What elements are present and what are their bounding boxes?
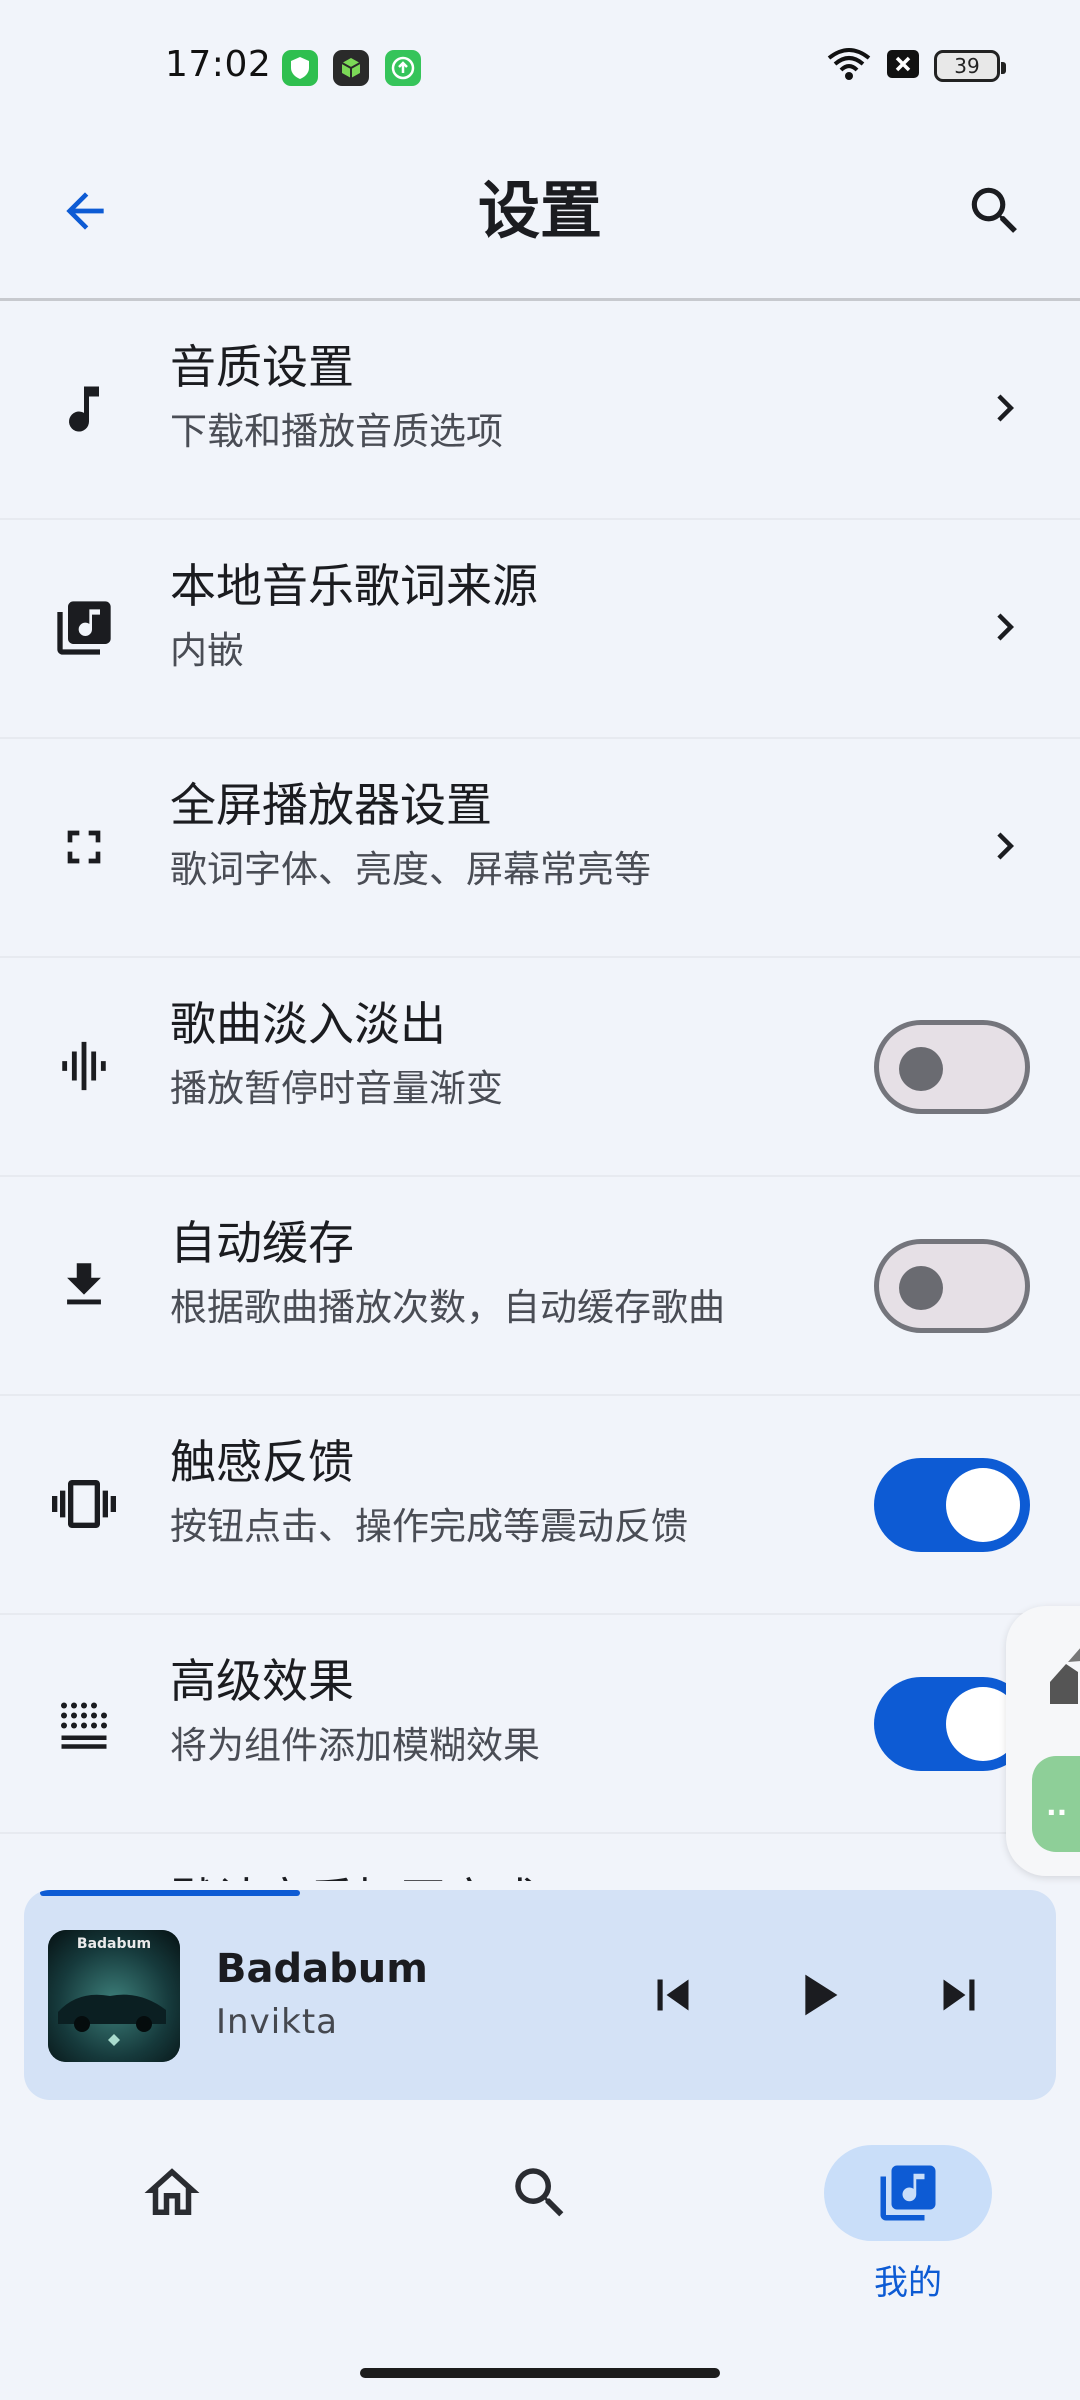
wifi-icon: [826, 46, 872, 86]
track-title: Badabum: [216, 1946, 428, 1992]
chevron-right-icon: [970, 592, 1040, 662]
home-indicator[interactable]: [360, 2368, 720, 2378]
home-icon: [144, 2168, 200, 2215]
album-art[interactable]: Badabum: [48, 1930, 180, 2062]
chevron-right-icon: [970, 373, 1040, 443]
upload-app-icon: [385, 50, 421, 86]
setting-subtitle: 将为组件添加模糊效果: [170, 1724, 540, 1767]
shield-app-icon: [282, 50, 318, 86]
setting-fullscreen-player[interactable]: 全屏播放器设置 歌词字体、亮度、屏幕常亮等: [0, 739, 1080, 958]
chevron-right-icon: [970, 811, 1040, 881]
skip-previous-icon: [657, 1979, 689, 2011]
setting-lyrics-source[interactable]: 本地音乐歌词来源 内嵌: [0, 520, 1080, 739]
switch-knob: [899, 1047, 943, 1091]
battery-icon: 39: [934, 50, 1006, 82]
playback-progress[interactable]: [40, 1890, 1040, 1898]
sim-blocked-icon: [886, 49, 920, 83]
setting-default-open[interactable]: 默认音乐打开方式: [0, 1834, 1080, 1881]
nav-pill: [88, 2145, 256, 2241]
setting-title: 触感反馈: [170, 1435, 354, 1489]
status-time: 17:02: [165, 44, 272, 85]
page-title: 设置: [477, 174, 602, 247]
search-icon: [971, 187, 1017, 233]
play-button[interactable]: [772, 1950, 862, 2040]
search-button[interactable]: [950, 166, 1040, 256]
setting-subtitle: 播放暂停时音量渐变: [170, 1067, 503, 1110]
auto-cache-switch[interactable]: [874, 1239, 1030, 1333]
setting-title: 本地音乐歌词来源: [170, 559, 538, 613]
settings-list: 音质设置 下载和播放音质选项 本地音乐歌词来源 内嵌 全屏播放器设置 歌词字体、…: [0, 301, 1080, 1881]
nav-mine[interactable]: 我的: [808, 2145, 1008, 2335]
status-right: 39: [826, 46, 1006, 86]
graphic-eq-icon: [44, 1026, 124, 1106]
fullscreen-icon: [44, 807, 124, 887]
setting-subtitle: 内嵌: [170, 629, 244, 672]
track-artist: Invikta: [216, 2002, 338, 2042]
setting-title: 自动缓存: [170, 1216, 354, 1270]
fade-switch[interactable]: [874, 1020, 1030, 1114]
floating-side-widget[interactable]: ··: [1006, 1606, 1080, 1876]
setting-subtitle: 按钮点击、操作完成等震动反馈: [170, 1505, 688, 1548]
top-app-bar: 设置: [0, 136, 1080, 300]
vibration-icon: [44, 1464, 124, 1544]
setting-advanced-effects[interactable]: 高级效果 将为组件添加模糊效果: [0, 1615, 1080, 1834]
play-icon: [805, 1974, 838, 2016]
setting-subtitle: 歌词字体、亮度、屏幕常亮等: [170, 848, 651, 891]
skip-next-icon: [943, 1979, 975, 2011]
more-dots-icon: ··: [1046, 1796, 1068, 1829]
setting-subtitle: 根据歌曲播放次数，自动缓存歌曲: [170, 1286, 725, 1329]
download-icon: [44, 1245, 124, 1325]
status-bar: 17:02 39: [0, 0, 1080, 136]
cube-app-icon: [333, 50, 369, 86]
haptic-switch[interactable]: [874, 1458, 1030, 1552]
setting-title: 默认音乐打开方式: [170, 1864, 538, 1881]
switch-knob: [899, 1266, 943, 1310]
battery-level: 39: [954, 54, 980, 78]
bottom-navigation: 我的: [0, 2120, 1080, 2400]
switch-knob: [946, 1468, 1020, 1542]
search-icon: [515, 2168, 564, 2217]
setting-subtitle: 下载和播放音质选项: [170, 410, 503, 453]
nav-search[interactable]: [440, 2145, 640, 2335]
nav-home[interactable]: [72, 2145, 272, 2335]
setting-title: 音质设置: [170, 340, 354, 394]
setting-title: 高级效果: [170, 1654, 354, 1708]
library-music-icon: [44, 588, 124, 668]
setting-title: 全屏播放器设置: [170, 778, 492, 832]
album-label: Badabum: [76, 1936, 152, 1952]
music-note-icon: [44, 369, 124, 449]
next-button[interactable]: [914, 1950, 1004, 2040]
nav-pill-active: [824, 2145, 992, 2241]
nav-pill: [456, 2145, 624, 2241]
setting-haptic[interactable]: 触感反馈 按钮点击、操作完成等震动反馈: [0, 1396, 1080, 1615]
chart-shape-icon: [1050, 1648, 1080, 1704]
previous-button[interactable]: [628, 1950, 718, 2040]
setting-fade[interactable]: 歌曲淡入淡出 播放暂停时音量渐变: [0, 958, 1080, 1177]
setting-auto-cache[interactable]: 自动缓存 根据歌曲播放次数，自动缓存歌曲: [0, 1177, 1080, 1396]
setting-audio-quality[interactable]: 音质设置 下载和播放音质选项: [0, 301, 1080, 520]
nav-label: 我的: [874, 2263, 942, 2303]
setting-title: 歌曲淡入淡出: [170, 997, 446, 1051]
mini-player[interactable]: Badabum Badabum Invikta: [24, 1890, 1056, 2100]
blur-icon: [44, 1683, 124, 1763]
playback-progress-fill: [40, 1890, 300, 1896]
library-music-icon: [880, 2165, 936, 2221]
